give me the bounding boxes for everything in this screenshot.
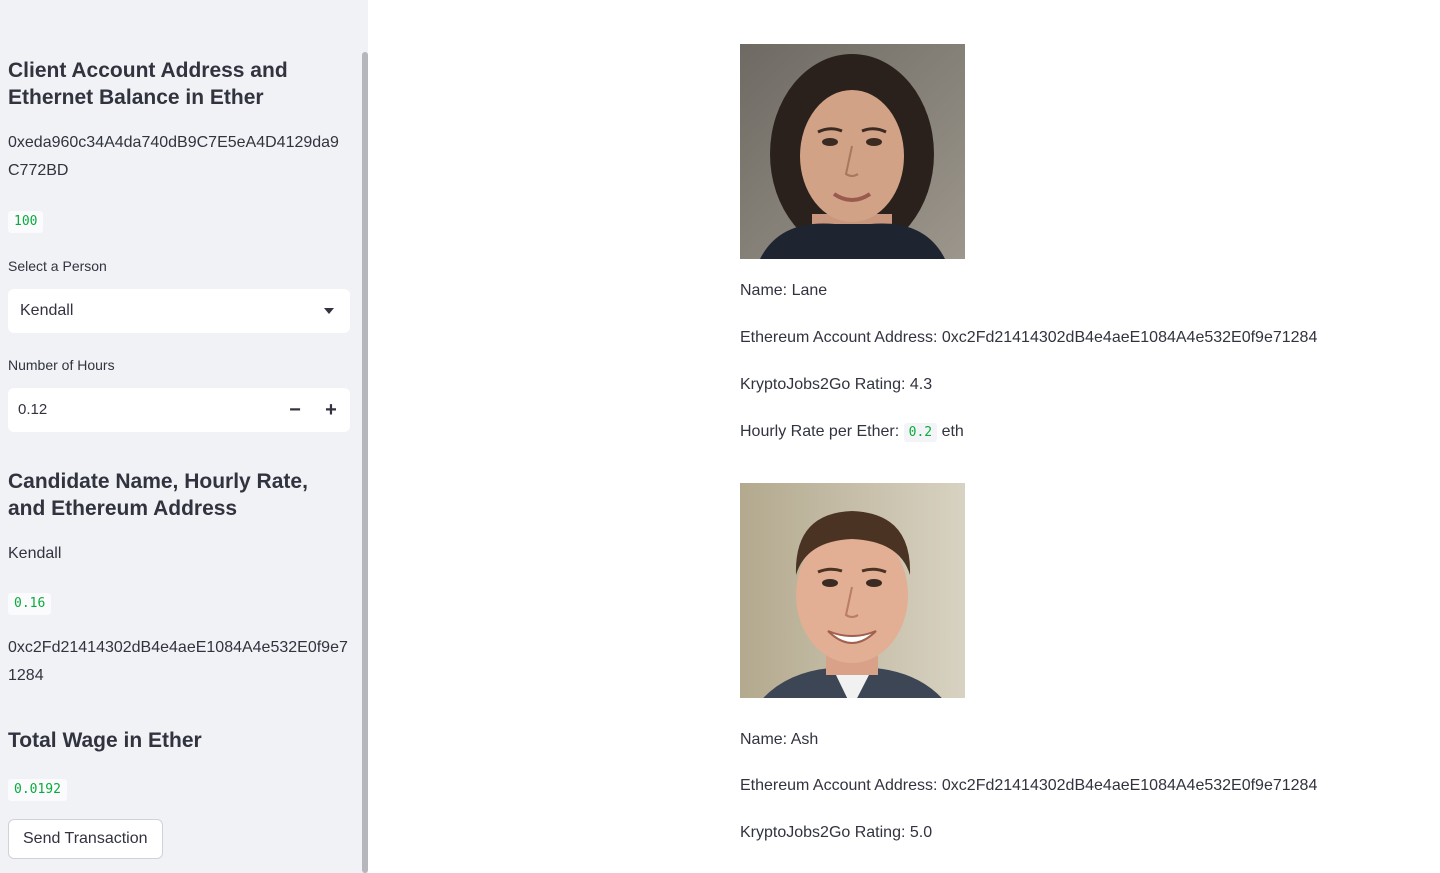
number-of-hours-input-group: − + (8, 388, 350, 432)
hourly-rate-value: 0.2 (903, 423, 938, 442)
client-account-heading: Client Account Address and Ethernet Bala… (8, 59, 288, 109)
total-wage-heading: Total Wage in Ether (8, 729, 202, 752)
candidate-rating-ash: KryptoJobs2Go Rating: 5.0 (740, 824, 933, 841)
main-area: Name: Lane Ethereum Account Address: 0xc… (368, 0, 1440, 873)
select-person-dropdown[interactable]: Kendall (8, 289, 350, 333)
select-person-label: Select a Person (8, 258, 107, 274)
hourly-rate-suffix: eth (941, 423, 964, 440)
select-person-value: Kendall (20, 302, 74, 319)
number-of-hours-input[interactable] (18, 400, 258, 420)
candidate-address-ash: Ethereum Account Address: 0xc2Fd21414302… (740, 777, 1318, 794)
candidate-photo-lane (740, 44, 965, 259)
hourly-rate-prefix: Hourly Rate per Ether: (740, 423, 900, 440)
sidebar: Client Account Address and Ethernet Bala… (0, 0, 368, 873)
candidate-rating-lane: KryptoJobs2Go Rating: 4.3 (740, 376, 933, 393)
candidate-address-lane: Ethereum Account Address: 0xc2Fd21414302… (740, 329, 1318, 346)
client-balance-badge: 100 (8, 211, 44, 233)
client-address: 0xeda960c34A4da740dB9C7E5eA4D4129da9C772… (8, 134, 339, 179)
candidate-name-lane: Name: Lane (740, 282, 828, 299)
candidate-address: 0xc2Fd21414302dB4e4aeE1084A4e532E0f9e712… (8, 639, 348, 684)
chevron-down-icon (324, 308, 334, 314)
candidate-photo-ash (740, 483, 965, 698)
candidate-rate-lane: Hourly Rate per Ether: 0.2 eth (740, 421, 964, 444)
candidate-name-ash: Name: Ash (740, 731, 819, 748)
send-transaction-button[interactable]: Send Transaction (8, 819, 163, 859)
increment-button[interactable]: + (315, 394, 347, 426)
decrement-button[interactable]: − (279, 394, 311, 426)
total-wage-badge: 0.0192 (8, 779, 67, 801)
candidate-name: Kendall (8, 545, 62, 562)
candidate-rate-badge: 0.16 (8, 593, 52, 615)
candidate-heading: Candidate Name, Hourly Rate, and Ethereu… (8, 470, 308, 520)
number-of-hours-label: Number of Hours (8, 357, 115, 373)
app-root: Client Account Address and Ethernet Bala… (0, 0, 1440, 873)
